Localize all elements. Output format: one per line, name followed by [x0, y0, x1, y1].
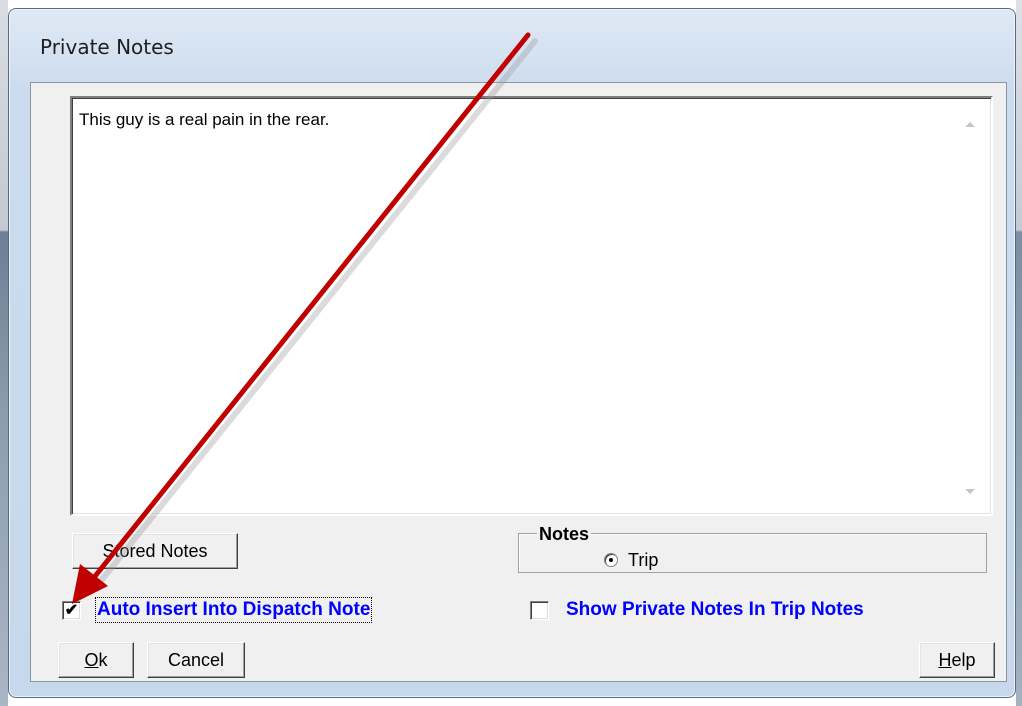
private-notes-text[interactable]: This guy is a real pain in the rear.: [79, 110, 329, 130]
scroll-up-arrow-icon[interactable]: [965, 122, 975, 127]
vertical-scrollbar[interactable]: [955, 100, 989, 512]
desktop-background-left: [0, 0, 8, 706]
ok-button[interactable]: Ok: [58, 642, 134, 678]
cancel-button[interactable]: Cancel: [147, 642, 245, 678]
ok-mnemonic: O: [84, 649, 99, 670]
auto-insert-label[interactable]: Auto Insert Into Dispatch Note: [94, 597, 373, 623]
notes-group-label: Notes: [537, 524, 592, 545]
help-label-rest: elp: [951, 649, 976, 670]
trip-radio-button[interactable]: [604, 553, 618, 567]
show-private-notes-checkbox[interactable]: [530, 601, 549, 620]
show-private-notes-label[interactable]: Show Private Notes In Trip Notes: [566, 599, 864, 621]
radio-selected-dot: [609, 558, 613, 562]
help-mnemonic: H: [938, 649, 952, 670]
stored-notes-button[interactable]: Stored Notes: [72, 533, 238, 569]
help-button[interactable]: Help: [919, 642, 995, 678]
private-notes-textarea[interactable]: This guy is a real pain in the rear.: [70, 96, 993, 516]
auto-insert-checkbox[interactable]: ✔: [62, 601, 81, 620]
checkmark-icon: ✔: [64, 602, 79, 619]
desktop-background-right: [1016, 0, 1022, 706]
scroll-down-arrow-icon[interactable]: [965, 489, 975, 494]
ok-label-rest: k: [98, 649, 108, 670]
window-title: Private Notes: [40, 35, 174, 59]
trip-radio-label[interactable]: Trip: [628, 550, 658, 571]
